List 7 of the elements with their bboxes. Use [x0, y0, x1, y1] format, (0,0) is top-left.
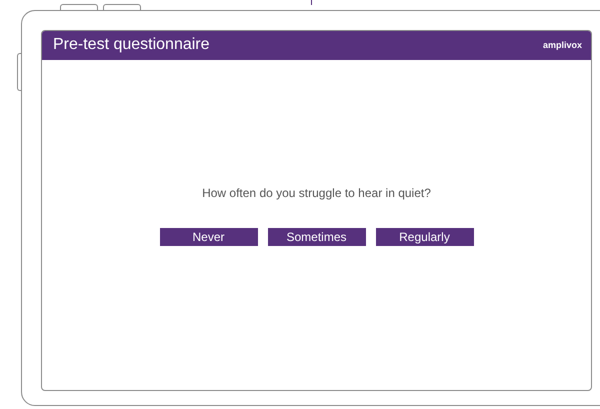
page-title: Pre-test questionnaire	[53, 36, 210, 54]
question-text: How often do you struggle to hear in quiet?	[202, 186, 431, 200]
answer-button[interactable]: Never	[160, 228, 258, 246]
brand-logo: amplivox	[542, 40, 582, 50]
answer-button[interactable]: Regularly	[376, 228, 474, 246]
indicator-mark	[311, 0, 312, 5]
answer-button[interactable]: Sometimes	[268, 228, 366, 246]
